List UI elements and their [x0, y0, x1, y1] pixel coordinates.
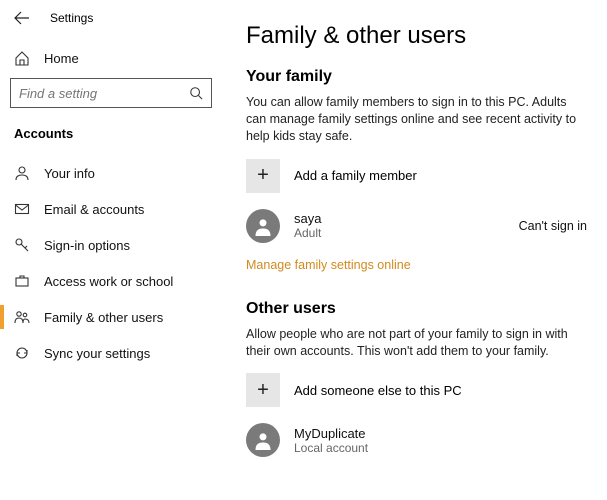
manage-family-link[interactable]: Manage family settings online — [246, 258, 411, 272]
sidebar-item-label: Access work or school — [44, 274, 173, 289]
sidebar: Settings Home Accounts Your info Email &… — [0, 0, 222, 500]
sidebar-header: Settings — [0, 6, 222, 38]
key-icon — [14, 237, 30, 253]
plus-icon: + — [246, 373, 280, 407]
arrow-left-icon — [14, 10, 30, 26]
sidebar-item-label: Your info — [44, 166, 95, 181]
main-content: Family & other users Your family You can… — [222, 0, 607, 500]
user-name: MyDuplicate — [294, 426, 587, 441]
person-icon — [14, 165, 30, 181]
mail-icon — [14, 201, 30, 217]
briefcase-icon — [14, 273, 30, 289]
search-icon — [189, 86, 203, 100]
add-family-label: Add a family member — [294, 168, 417, 183]
sidebar-section-title: Accounts — [0, 118, 222, 155]
home-icon — [14, 50, 30, 66]
plus-icon: + — [246, 159, 280, 193]
sidebar-item-label: Sign-in options — [44, 238, 130, 253]
page-title: Family & other users — [246, 22, 587, 50]
other-users-description: Allow people who are not part of your fa… — [246, 326, 587, 360]
sidebar-item-label: Sync your settings — [44, 346, 150, 361]
avatar — [246, 423, 280, 457]
sidebar-item-access-work-school[interactable]: Access work or school — [0, 263, 222, 299]
person-icon — [253, 430, 273, 450]
person-icon — [253, 216, 273, 236]
back-button[interactable] — [12, 8, 32, 28]
avatar — [246, 209, 280, 243]
other-users-heading: Other users — [246, 300, 587, 318]
add-other-user-button[interactable]: + Add someone else to this PC — [246, 373, 587, 407]
user-info: saya Adult — [294, 211, 505, 240]
your-family-description: You can allow family members to sign in … — [246, 94, 587, 145]
add-family-member-button[interactable]: + Add a family member — [246, 159, 587, 193]
user-status: Can't sign in — [519, 219, 587, 233]
sidebar-item-sync-settings[interactable]: Sync your settings — [0, 335, 222, 371]
people-icon — [14, 309, 30, 325]
sidebar-item-your-info[interactable]: Your info — [0, 155, 222, 191]
sidebar-item-sign-in-options[interactable]: Sign-in options — [0, 227, 222, 263]
search-box[interactable] — [10, 78, 212, 108]
app-title: Settings — [50, 11, 93, 25]
your-family-heading: Your family — [246, 68, 587, 86]
sync-icon — [14, 345, 30, 361]
user-info: MyDuplicate Local account — [294, 426, 587, 455]
other-user-row[interactable]: MyDuplicate Local account — [246, 423, 587, 457]
user-role: Adult — [294, 226, 505, 240]
add-other-label: Add someone else to this PC — [294, 383, 462, 398]
family-member-row[interactable]: saya Adult Can't sign in — [246, 209, 587, 243]
sidebar-item-label: Email & accounts — [44, 202, 144, 217]
home-label: Home — [44, 51, 79, 66]
sidebar-item-family-other-users[interactable]: Family & other users — [0, 299, 222, 335]
user-role: Local account — [294, 441, 587, 455]
sidebar-item-label: Family & other users — [44, 310, 163, 325]
sidebar-item-email-accounts[interactable]: Email & accounts — [0, 191, 222, 227]
user-name: saya — [294, 211, 505, 226]
search-input[interactable] — [19, 86, 179, 101]
sidebar-item-home[interactable]: Home — [0, 42, 222, 74]
